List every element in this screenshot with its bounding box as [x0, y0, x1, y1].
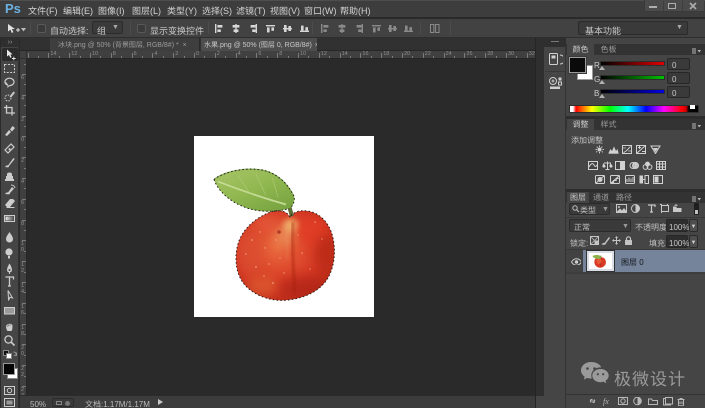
svg-text:fx: fx: [603, 397, 609, 406]
